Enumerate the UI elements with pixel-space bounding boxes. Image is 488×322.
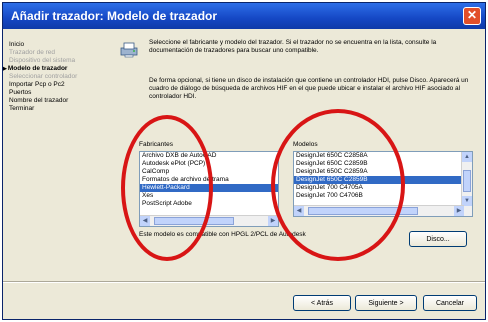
add-plotter-dialog: Añadir trazador: Modelo de trazador ✕ In… [2, 2, 486, 320]
models-label: Modelos [293, 141, 318, 148]
cancel-button[interactable]: Cancelar [423, 295, 477, 311]
model-list-item[interactable]: DesignJet 650C C2859A [294, 168, 472, 176]
wizard-step-item: Nombre del trazador [9, 97, 69, 104]
model-list-item[interactable]: DesignJet 650C C2858A [294, 152, 472, 160]
models-list: DesignJet 650C C2858A DesignJet 650C C285… [294, 152, 472, 200]
model-list-item[interactable]: DesignJet 700 C4706B [294, 192, 472, 200]
compatibility-hint: Este modelo es compatible con HPGL 2/PCL… [139, 231, 306, 238]
manufacturer-list-item[interactable]: PostScript Adobe [140, 200, 278, 208]
models-hscroll[interactable]: ◀ ▶ [294, 205, 464, 216]
wizard-step-item: Importar Pcp o Pc2 [9, 81, 65, 88]
manufacturer-list-item[interactable]: Autodesk ePlot (PCP) [140, 160, 278, 168]
wizard-steps-nav: Inicio Trazador de red Dispositivo del sis… [8, 41, 119, 113]
manufacturer-list-item[interactable]: Xes [140, 192, 278, 200]
dialog-body: Inicio Trazador de red Dispositivo del sis… [3, 29, 485, 319]
wizard-step-item: Modelo de trazador [8, 65, 119, 73]
back-button[interactable]: < Atrás [293, 295, 351, 311]
disk-button[interactable]: Disco... [409, 231, 467, 247]
wizard-step-item: Seleccionar controlador [9, 73, 78, 80]
title-bar[interactable]: Añadir trazador: Modelo de trazador ✕ [3, 3, 485, 29]
model-list-item[interactable]: DesignJet 650C C2859B [294, 160, 472, 168]
wizard-step-item: Inicio [9, 41, 25, 48]
scroll-right-icon[interactable]: ▶ [454, 206, 464, 216]
wizard-step-item: Dispositivo del sistema [9, 57, 76, 64]
manufacturers-hscroll[interactable]: ◀ ▶ [140, 215, 278, 226]
manufacturer-list-item[interactable]: Archivo DXB de AutoCAD [140, 152, 278, 160]
intro-text: Seleccione el fabricante y modelo del tr… [149, 39, 437, 54]
manufacturer-list-item[interactable]: Hewlett-Packard [140, 184, 278, 192]
scroll-up-icon[interactable]: ▲ [462, 152, 472, 162]
wizard-step-item: Puertos [9, 89, 32, 96]
manufacturers-label: Fabricantes [139, 141, 173, 148]
models-listbox[interactable]: DesignJet 650C C2858A DesignJet 650C C285… [293, 151, 473, 217]
scroll-thumb[interactable] [154, 217, 234, 225]
footer-separator [3, 281, 485, 283]
scroll-left-icon[interactable]: ◀ [294, 206, 304, 216]
manufacturer-list-item[interactable]: Formatos de archivo de trama [140, 176, 278, 184]
wizard-step-item: Terminar [9, 105, 35, 112]
manufacturers-list: Archivo DXB de AutoCAD Autodesk ePlot (PC… [140, 152, 278, 208]
manufacturer-list-item[interactable]: CalComp [140, 168, 278, 176]
close-icon: ✕ [466, 8, 478, 22]
scroll-thumb[interactable] [308, 207, 418, 215]
scroll-left-icon[interactable]: ◀ [140, 216, 150, 226]
scroll-right-icon[interactable]: ▶ [268, 216, 278, 226]
disk-info-text: De forma opcional, si tiene un disco de … [149, 77, 469, 100]
model-list-item[interactable]: DesignJet 650C C2859B [294, 176, 472, 184]
manufacturers-listbox[interactable]: Archivo DXB de AutoCAD Autodesk ePlot (PC… [139, 151, 279, 227]
plotter-wizard-icon [120, 42, 138, 58]
wizard-step-item: Trazador de red [9, 49, 56, 56]
window-title: Añadir trazador: Modelo de trazador [11, 9, 218, 23]
next-button[interactable]: Siguiente > [355, 295, 417, 311]
scroll-thumb[interactable] [463, 170, 471, 192]
model-list-item[interactable]: DesignJet 700 C4705A [294, 184, 472, 192]
close-button[interactable]: ✕ [463, 7, 481, 25]
